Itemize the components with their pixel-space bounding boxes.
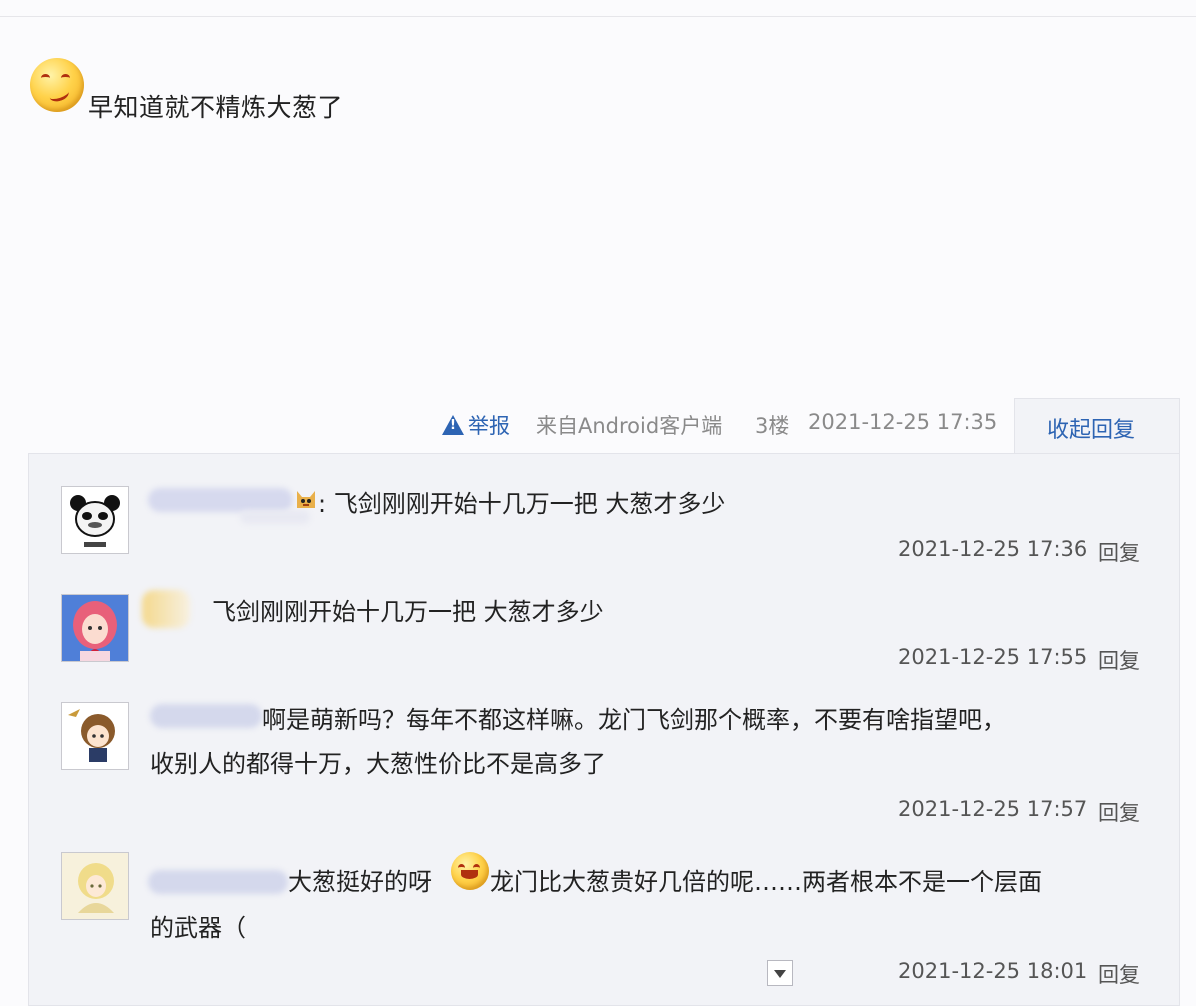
reply-text-part1: 大葱挺好的呀 xyxy=(288,868,432,896)
expand-dropdown-button[interactable] xyxy=(767,960,793,986)
panda-meme-avatar[interactable] xyxy=(61,486,129,554)
pink-hair-girl-avatar[interactable] xyxy=(61,594,129,662)
reply-text-line1: 啊是萌新吗？每年不都这样嘛。龙门飞剑那个概率，不要有啥指望吧， xyxy=(262,706,1006,734)
post-time: 2021-12-25 17:35 xyxy=(808,410,998,434)
top-divider xyxy=(0,16,1196,17)
username-hidden[interactable] xyxy=(150,704,262,728)
reply-button[interactable]: 回复 xyxy=(1098,959,1140,989)
reply-text-line2: 收别人的都得十万，大葱性价比不是高多了 xyxy=(150,750,606,778)
reply-text-part2: 龙门比大葱贵好几倍的呢……两者根本不是一个层面 xyxy=(490,868,1042,896)
reply-text-line2: 的武器（ xyxy=(150,914,246,942)
cat-emoji xyxy=(294,488,318,512)
reply-text: : 飞剑刚刚开始十几万一把 大葱才多少 xyxy=(318,490,726,518)
reply-button[interactable]: 回复 xyxy=(1098,645,1140,675)
username-hidden[interactable] xyxy=(148,488,293,512)
reply-button[interactable]: 回复 xyxy=(1098,537,1140,567)
reply-time: 2021-12-25 18:01 xyxy=(898,959,1088,983)
reply-button[interactable]: 回复 xyxy=(1098,797,1140,827)
smirk-face-emoji xyxy=(30,58,84,112)
reply-time: 2021-12-25 17:55 xyxy=(898,645,1088,669)
collapse-replies-button[interactable]: 收起回复 xyxy=(1047,412,1135,444)
report-link[interactable]: 举报 xyxy=(442,410,510,440)
warning-icon xyxy=(442,415,464,435)
reply-text: 飞剑刚刚开始十几万一把 大葱才多少 xyxy=(212,598,604,626)
report-label: 举报 xyxy=(468,414,510,438)
laugh-cry-emoji xyxy=(451,852,489,890)
anime-boy-avatar[interactable] xyxy=(61,702,129,770)
reply-time: 2021-12-25 17:57 xyxy=(898,797,1088,821)
username-hidden[interactable] xyxy=(148,870,288,894)
blonde-character-avatar[interactable] xyxy=(61,852,129,920)
username-hidden[interactable] xyxy=(142,590,190,628)
reply-time: 2021-12-25 17:36 xyxy=(898,537,1088,561)
floor-number: 3楼 xyxy=(755,414,790,438)
post-content: 早知道就不精炼大葱了 xyxy=(88,93,344,122)
source-label[interactable]: 来自Android客户端 xyxy=(536,410,722,440)
username-hidden-tail xyxy=(240,510,310,524)
